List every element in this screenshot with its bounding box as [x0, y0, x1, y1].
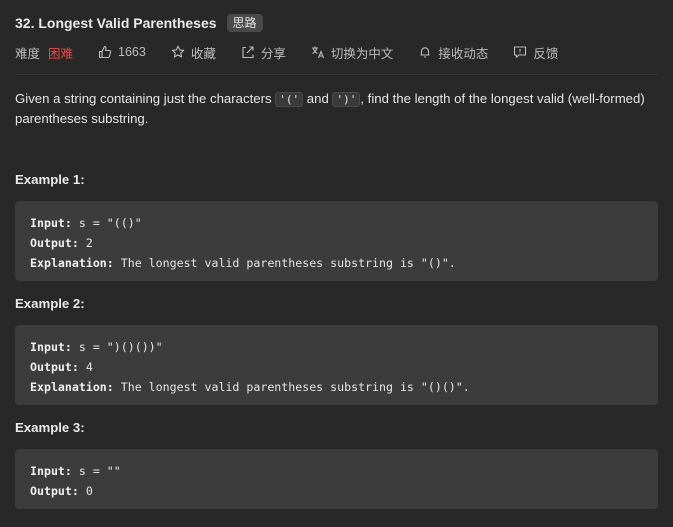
example-1-explanation: Explanation: The longest valid parenthes… — [30, 253, 643, 273]
input-label: Input: — [30, 464, 72, 478]
example-1-input: Input: s = "(()" — [30, 213, 643, 233]
feedback-icon — [513, 45, 527, 59]
inline-code-open-paren: '(' — [275, 92, 304, 107]
feedback-label: 反馈 — [533, 46, 559, 61]
explanation-value: The longest valid parentheses substring … — [113, 256, 456, 270]
translate-label: 切换为中文 — [330, 46, 394, 61]
difficulty-value: 困难 — [48, 46, 74, 61]
example-2-output: Output: 4 — [30, 357, 643, 377]
explanation-label: Explanation: — [30, 380, 114, 394]
input-value: s = ")()())" — [71, 340, 163, 354]
example-3-heading: Example 3: — [15, 420, 85, 435]
difficulty: 难度 困难 — [15, 43, 73, 62]
inline-code-close-paren: ')' — [332, 92, 361, 107]
share-label: 分享 — [260, 46, 286, 61]
output-value: 0 — [78, 484, 93, 498]
problem-description: Given a string containing just the chara… — [15, 89, 660, 128]
example-3-block: Input: s = "" Output: 0 — [15, 449, 658, 509]
share-icon — [241, 45, 255, 59]
example-3-input: Input: s = "" — [30, 461, 643, 481]
example-2-explanation: Explanation: The longest valid parenthes… — [30, 377, 643, 397]
translate-button[interactable]: 切换为中文 — [311, 43, 394, 62]
favorite-button[interactable]: 收藏 — [171, 43, 216, 62]
example-1-block: Input: s = "(()" Output: 2 Explanation: … — [15, 201, 658, 281]
input-value: s = "(()" — [71, 216, 142, 230]
like-button[interactable]: 1663 — [98, 45, 146, 59]
explanation-value: The longest valid parentheses substring … — [113, 380, 470, 394]
example-1-output: Output: 2 — [30, 233, 643, 253]
thumbs-up-icon — [98, 45, 112, 59]
output-label: Output: — [30, 484, 79, 498]
bell-icon — [418, 45, 432, 59]
likes-count: 1663 — [118, 45, 146, 59]
explanation-label: Explanation: — [30, 256, 114, 270]
share-button[interactable]: 分享 — [241, 43, 286, 62]
problem-page: 32. Longest Valid Parentheses 思路 难度 困难 1… — [0, 0, 673, 527]
output-label: Output: — [30, 236, 79, 250]
problem-title: 32. Longest Valid Parentheses — [15, 15, 217, 31]
output-label: Output: — [30, 360, 79, 374]
example-2-block: Input: s = ")()())" Output: 4 Explanatio… — [15, 325, 658, 405]
meta-row: 难度 困难 1663 收藏 分享 切换为中文 接收动态 反馈 — [15, 42, 583, 62]
divider — [15, 74, 658, 75]
example-2-heading: Example 2: — [15, 296, 85, 311]
example-3-output: Output: 0 — [30, 481, 643, 501]
solution-tag[interactable]: 思路 — [226, 14, 263, 32]
favorite-label: 收藏 — [190, 46, 216, 61]
description-text: and — [303, 91, 333, 106]
output-value: 4 — [78, 360, 93, 374]
input-label: Input: — [30, 340, 72, 354]
translate-icon — [311, 45, 325, 59]
subscribe-label: 接收动态 — [438, 46, 489, 61]
difficulty-label: 难度 — [15, 46, 41, 61]
subscribe-button[interactable]: 接收动态 — [418, 43, 488, 62]
example-2-input: Input: s = ")()())" — [30, 337, 643, 357]
description-text: Given a string containing just the chara… — [15, 91, 276, 106]
feedback-button[interactable]: 反馈 — [513, 43, 558, 62]
title-row: 32. Longest Valid Parentheses 思路 — [15, 12, 263, 34]
input-label: Input: — [30, 216, 72, 230]
star-icon — [171, 45, 185, 59]
example-1-heading: Example 1: — [15, 172, 85, 187]
output-value: 2 — [78, 236, 93, 250]
input-value: s = "" — [71, 464, 121, 478]
